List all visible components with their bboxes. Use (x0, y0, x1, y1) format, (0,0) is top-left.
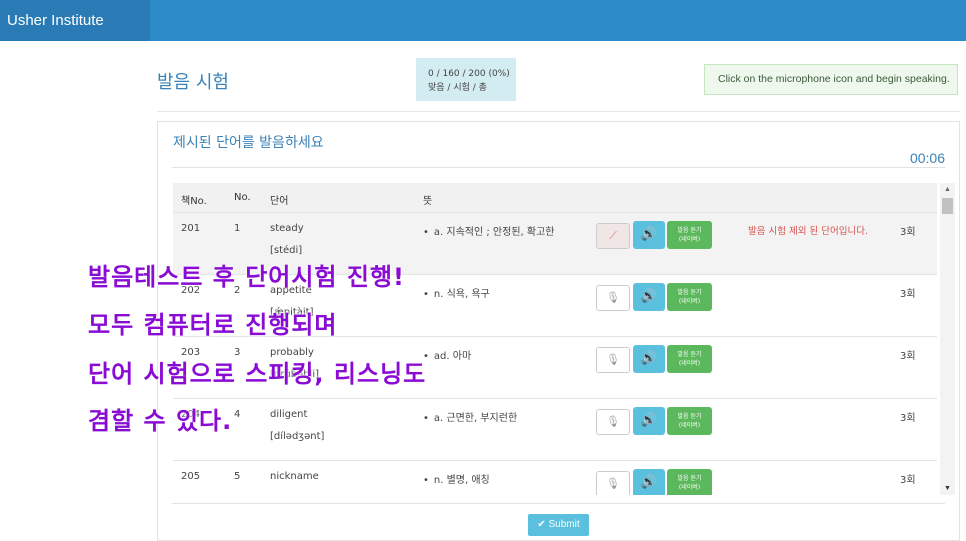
speaker-button[interactable]: 🔊 (633, 345, 665, 373)
progress-summary: 0 / 160 / 200 (0%) 맞음 / 시험 / 총 (416, 58, 516, 101)
attempt-count: 3회 (900, 475, 916, 486)
row-no: 1 (234, 223, 241, 234)
brand-title[interactable]: Usher Institute (0, 0, 150, 41)
submit-button[interactable]: ✔ Submit (528, 514, 589, 536)
speaker-button[interactable]: 🔊 (633, 469, 665, 495)
panel-divider (172, 167, 945, 168)
progress-counts: 0 / 160 / 200 (0%) (428, 69, 510, 79)
attempt-count: 3회 (900, 227, 916, 238)
microphone-icon[interactable]: 🎙 (596, 471, 630, 495)
speaker-icon: 🔊 (640, 413, 658, 428)
listen-naver-button[interactable]: 발음 듣기 (네이버) (667, 469, 712, 495)
overlay-caption-line-1: 발음테스트 후 단어시험 진행! (88, 263, 405, 291)
row-no: 4 (234, 409, 241, 420)
listen-label: 발음 듣기 (677, 475, 702, 482)
speaker-icon: 🔊 (640, 351, 658, 366)
meaning: a. 근면한, 부지런한 (423, 409, 517, 424)
microphone-icon[interactable]: 🎙 (596, 409, 630, 435)
top-navbar: Usher Institute (0, 0, 966, 41)
mic-disabled-icon[interactable]: ⟋ (596, 223, 630, 249)
listen-naver-button[interactable]: 발음 듣기 (네이버) (667, 345, 712, 373)
speaker-icon: 🔊 (640, 227, 658, 242)
scroll-up-icon[interactable]: ▲ (944, 186, 951, 193)
speaker-icon: 🔊 (640, 289, 658, 304)
overlay-caption-line-4: 겸할 수 있다. (88, 407, 233, 435)
listen-label: 발음 듣기 (677, 413, 702, 420)
panel-title: 제시된 단어를 발음하세요 (173, 135, 324, 151)
scroll-thumb[interactable] (942, 198, 953, 214)
check-icon: ✔ (537, 519, 549, 530)
pronunciation: [stédi] (270, 245, 303, 256)
table-header: 책No. No. 단어 뜻 (173, 183, 937, 212)
table-scrollbar[interactable]: ▲ ▼ (940, 183, 955, 495)
listen-label: 발음 듣기 (677, 289, 702, 296)
speaker-button[interactable]: 🔊 (633, 221, 665, 249)
status-message: 발음 시험 제외 된 단어입니다. (748, 226, 868, 237)
listen-label: 발음 듣기 (677, 227, 702, 234)
meaning: a. 지속적인 ; 안정된, 확고한 (423, 223, 555, 238)
book-no: 201 (181, 223, 201, 234)
listen-source: (네이버) (678, 422, 701, 429)
scroll-down-icon[interactable]: ▼ (944, 485, 951, 492)
header-word: 단어 (270, 196, 289, 207)
panel-footer-divider (172, 503, 945, 504)
listen-naver-button[interactable]: 발음 듣기 (네이버) (667, 283, 712, 311)
listen-source: (네이버) (678, 360, 701, 367)
microphone-icon[interactable]: 🎙 (596, 285, 630, 311)
page-title: 발음 시험 (157, 72, 229, 93)
microphone-icon[interactable]: 🎙 (596, 347, 630, 373)
word: steady (270, 223, 304, 234)
instruction-notice: Click on the microphone icon and begin s… (704, 64, 958, 95)
table-row: 205 5 nickname n. 별명, 애칭 🎙 🔊 발음 듣기(네이버) … (173, 460, 937, 495)
word: diligent (270, 409, 308, 420)
table-row: 204 4 diligent [dílədʒənt] a. 근면한, 부지런한 … (173, 398, 937, 460)
submit-label: Submit (548, 519, 580, 530)
listen-naver-button[interactable]: 발음 듣기 (네이버) (667, 407, 712, 435)
listen-label: 발음 듣기 (677, 351, 702, 358)
progress-legend: 맞음 / 시험 / 총 (428, 83, 487, 93)
timer: 00:06 (909, 150, 945, 166)
overlay-caption-line-3: 단어 시험으로 스피킹, 리스닝도 (88, 360, 427, 388)
speaker-button[interactable]: 🔊 (633, 283, 665, 311)
meaning: ad. 아마 (423, 347, 471, 362)
listen-source: (네이버) (678, 298, 701, 305)
header-no: No. (234, 192, 251, 203)
word: nickname (270, 471, 319, 482)
header-book-no: 책No. (181, 196, 207, 207)
speaker-button[interactable]: 🔊 (633, 407, 665, 435)
meaning: n. 식욕, 욕구 (423, 285, 490, 300)
row-no: 5 (234, 471, 241, 482)
attempt-count: 3회 (900, 289, 916, 300)
attempt-count: 3회 (900, 351, 916, 362)
speaker-icon: 🔊 (640, 475, 658, 490)
book-no: 205 (181, 471, 201, 482)
pronunciation: [dílədʒənt] (270, 431, 325, 442)
overlay-caption-line-2: 모두 컴퓨터로 진행되며 (88, 311, 338, 339)
header-divider (157, 111, 960, 112)
listen-source: (네이버) (678, 236, 701, 243)
listen-source: (네이버) (678, 484, 701, 491)
header-meaning: 뜻 (423, 196, 433, 207)
listen-naver-button[interactable]: 발음 듣기 (네이버) (667, 221, 712, 249)
attempt-count: 3회 (900, 413, 916, 424)
meaning: n. 별명, 애칭 (423, 471, 490, 486)
